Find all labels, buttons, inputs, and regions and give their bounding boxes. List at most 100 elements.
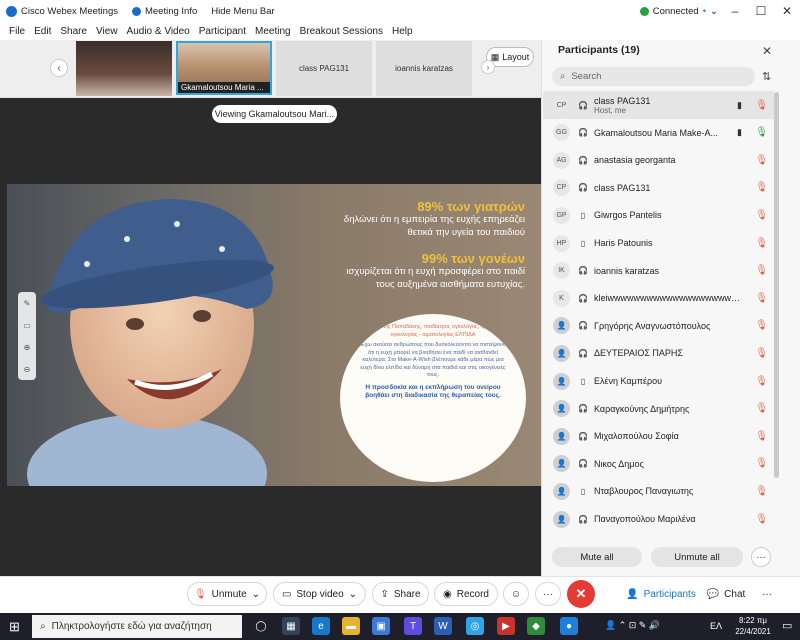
participant-search-input[interactable]: ⌕ Search [552,67,755,86]
viewing-badge[interactable]: Viewing Gkamaloutsou Mari... [212,105,337,123]
teams-icon[interactable]: T [404,617,422,635]
quote-circle: Βασίλης Παπαδάκης, παιδίατρος ογκολόγος,… [340,314,526,482]
mic-muted-icon[interactable]: 🎙 [755,155,768,166]
record-button[interactable]: ◉ Record [434,582,498,606]
video-thumb-3[interactable]: class PAG131 [276,41,372,96]
panel-more-button[interactable]: ··· [751,547,771,567]
minimize-icon[interactable]: – [722,4,748,18]
edge-icon[interactable]: e [312,617,330,635]
mic-muted-icon[interactable]: 🎙 [755,293,768,304]
mic-muted-icon[interactable]: 🎙 [755,514,768,525]
stop-video-button[interactable]: ▭ Stop video ⌄ [273,582,366,606]
participant-row[interactable]: 👤 🎧 Μιχαλοπούλου Σοφία 🎙 [543,422,774,450]
participant-row[interactable]: GP ▯ Giwrgos Pantelis 🎙 [543,201,774,229]
video-thumb-2[interactable]: Gkamaloutsou Maria ... [176,41,272,95]
mic-muted-icon[interactable]: 🎙 [755,100,768,111]
browser-app-icon[interactable]: ● [560,617,578,635]
unmute-button[interactable]: 🎙 Unmute ⌄ [187,582,267,606]
close-icon[interactable]: ✕ [762,44,772,58]
strip-next-icon[interactable]: › [481,60,495,74]
participant-row[interactable]: 👤 ▯ Ελένη Καμπέρου 🎙 [543,367,774,395]
participant-row[interactable]: 👤 🎧 Παναγοπούλου Μαριλένα 🎙 [543,505,774,533]
participant-row[interactable]: 👤 🎧 Νικος Δημος 🎙 [543,450,774,478]
share-button[interactable]: ⇪ Share [372,582,429,606]
chat-toggle[interactable]: 💬 Chat [701,582,751,606]
avatar: 👤 [553,455,570,473]
mic-muted-icon[interactable]: 🎙 [755,348,768,359]
mic-muted-icon[interactable]: 🎙 [755,376,768,387]
mic-muted-icon[interactable]: 🎙 [755,210,768,221]
hide-menu-bar-button[interactable]: Hide Menu Bar [211,6,274,17]
menu-view[interactable]: View [96,26,118,37]
word-icon[interactable]: W [434,617,452,635]
meeting-info-button[interactable]: Meeting Info [131,6,197,17]
participant-row[interactable]: CP 🎧 class PAG131 🎙 [543,174,774,202]
participant-row[interactable]: IK 🎧 ioannis karatzas 🎙 [543,257,774,285]
connection-status[interactable]: Connected • ⌄ [639,6,718,17]
participant-row[interactable]: HP ▯ Haris Patounis 🎙 [543,229,774,257]
menu-audio-video[interactable]: Audio & Video [127,26,190,37]
participant-row[interactable]: 👤 🎧 Γρηγόρης Αναγνωστόπουλος 🎙 [543,312,774,340]
maximize-icon[interactable]: ☐ [748,4,774,18]
person-icon: 👤 [626,588,639,600]
game-app-icon[interactable]: ◆ [527,617,545,635]
media-app-icon[interactable]: ▶ [497,617,515,635]
participant-row[interactable]: 👤 🎧 ΔΕΥΤΕΡΑΙΟΣ ΠΑΡΗΣ 🎙 [543,339,774,367]
task-view-icon[interactable]: ◯ [252,617,270,635]
participant-row[interactable]: 👤 🎧 Καραγκούνης Δημήτρης 🎙 [543,395,774,423]
participant-row[interactable]: CP 🎧 class PAG131 Host, me ▮ 🎙 [543,91,774,119]
participant-row[interactable]: GG 🎧 Gkamaloutsou Maria Make-A... ▮ 🎙 [543,119,774,147]
windows-start-icon[interactable]: ⊞ [9,619,20,635]
phone-icon: ▯ [580,376,586,386]
mic-muted-icon[interactable]: 🎙 [755,486,768,497]
mic-muted-icon[interactable]: 🎙 [755,403,768,414]
video-thumb-1[interactable] [76,41,172,96]
mic-muted-icon[interactable]: 🎙 [755,182,768,193]
widgets-icon[interactable]: ▦ [282,617,300,635]
more-options-button[interactable]: ··· [535,582,561,606]
pointer-icon[interactable]: ✎ [24,299,31,308]
zoom-out-icon[interactable]: ⊖ [24,365,31,374]
strip-prev-icon[interactable]: ‹ [50,59,68,77]
more-panels-button[interactable]: ··· [756,582,778,606]
stat-text-doctors-2: θετικά την υγεία του παιδιού [407,227,525,238]
menu-edit[interactable]: Edit [34,26,51,37]
participants-toggle[interactable]: 👤 Participants [625,582,697,606]
mic-on-icon[interactable]: 🎙 [755,127,768,138]
mic-muted-icon[interactable]: 🎙 [755,458,768,469]
mic-muted-icon[interactable]: 🎙 [755,265,768,276]
participant-info: Ελένη Καμπέρου [590,376,662,386]
language-indicator[interactable]: ΕΛ [710,621,722,631]
more-icon: ··· [756,551,766,563]
eraser-icon[interactable]: ▭ [23,321,31,330]
end-meeting-button[interactable]: ✕ [567,580,595,608]
video-thumb-4[interactable]: ioannis karatzas [376,41,472,96]
participant-row[interactable]: AG 🎧 anastasia georganta 🎙 [543,146,774,174]
menu-participant[interactable]: Participant [199,26,246,37]
menu-meeting[interactable]: Meeting [255,26,291,37]
webex-taskbar-icon[interactable]: ◎ [466,617,484,635]
store-icon[interactable]: ▣ [372,617,390,635]
sort-icon[interactable]: ⇅ [762,70,771,83]
close-icon[interactable]: ✕ [774,4,800,18]
zoom-in-icon[interactable]: ⊕ [24,343,31,352]
participant-info: Νικος Δημος [590,459,644,469]
file-explorer-icon[interactable]: ▬ [342,617,360,635]
taskbar-clock[interactable]: 8:22 πμ 22/4/2021 [728,615,778,639]
mic-muted-icon[interactable]: 🎙 [755,320,768,331]
menu-help[interactable]: Help [392,26,413,37]
list-scrollbar[interactable] [774,92,779,478]
menu-file[interactable]: File [9,26,25,37]
tray-icons[interactable]: 👤 ⌃ ⊡ ✎ 🔊 [605,620,660,631]
unmute-all-button[interactable]: Unmute all [651,547,743,567]
menu-breakout[interactable]: Breakout Sessions [300,26,383,37]
participant-row[interactable]: 👤 ▯ Νταβλουρος Παναγιωτης 🎙 [543,477,774,505]
menu-share[interactable]: Share [60,26,87,37]
notification-icon[interactable]: ▭ [782,619,792,632]
taskbar-search-input[interactable]: ⌕ Πληκτρολογήστε εδώ για αναζήτηση [32,615,242,638]
mute-all-button[interactable]: Mute all [552,547,642,567]
mic-muted-icon[interactable]: 🎙 [755,238,768,249]
reactions-button[interactable]: ☺ [503,582,529,606]
mic-muted-icon[interactable]: 🎙 [755,431,768,442]
participant-row[interactable]: K 🎧 kleiwwwwwwwwwwwwwwwwwwwwwww... 🎙 [543,284,774,312]
